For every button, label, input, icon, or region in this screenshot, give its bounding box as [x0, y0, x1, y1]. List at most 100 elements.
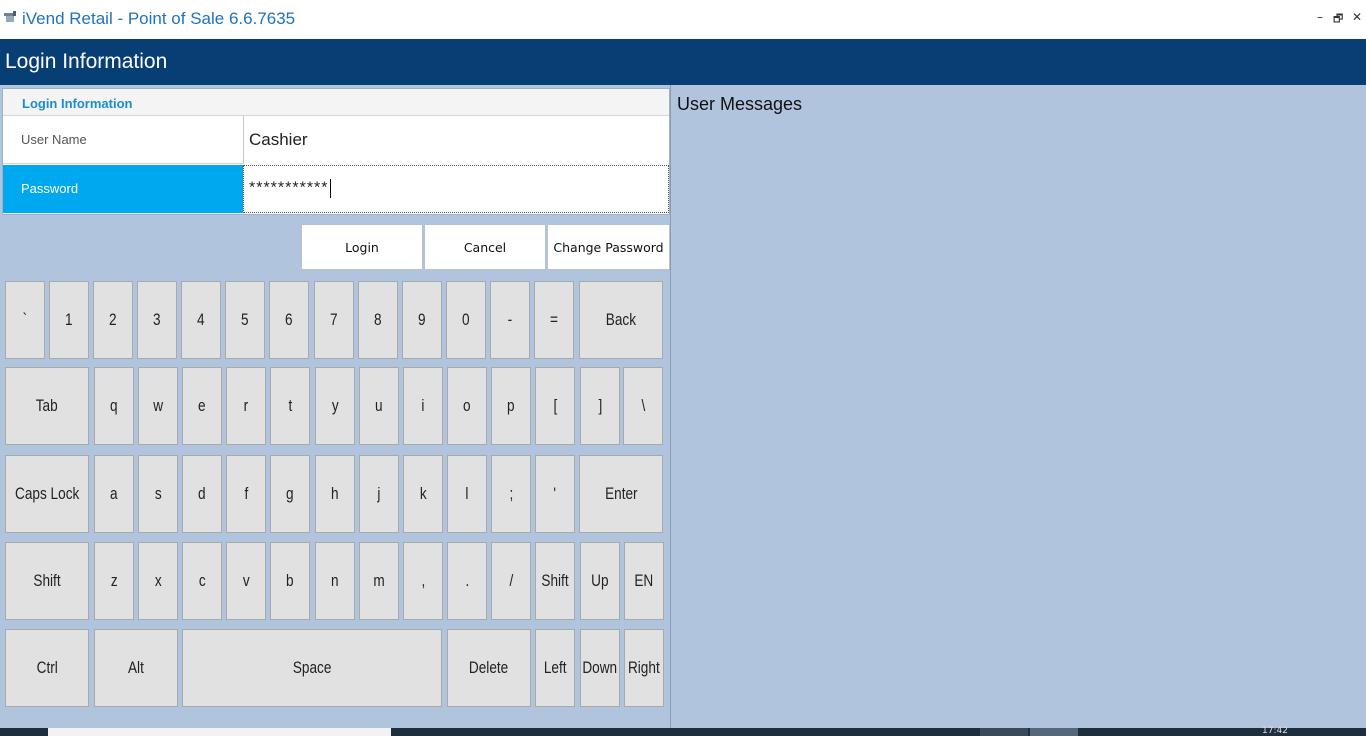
- key-m[interactable]: m: [359, 542, 399, 620]
- key-slash[interactable]: /: [491, 542, 531, 620]
- key-delete[interactable]: Delete: [447, 629, 531, 707]
- key-label: v: [242, 571, 250, 590]
- key-down[interactable]: Down: [580, 629, 620, 707]
- login-button[interactable]: Login: [301, 224, 423, 270]
- key-label: `: [22, 310, 28, 329]
- key-i[interactable]: i: [403, 367, 443, 445]
- key-o[interactable]: o: [447, 367, 487, 445]
- username-field[interactable]: Cashier: [243, 116, 669, 164]
- key-f[interactable]: f: [226, 455, 266, 533]
- key-8[interactable]: 8: [358, 281, 398, 359]
- key-5[interactable]: 5: [225, 281, 265, 359]
- key-a[interactable]: a: [94, 455, 134, 533]
- restore-button[interactable]: 🗗: [1333, 10, 1343, 29]
- key-label: Back: [605, 310, 637, 329]
- start-button[interactable]: [0, 728, 48, 736]
- key-d[interactable]: d: [182, 455, 222, 533]
- key-alt[interactable]: Alt: [94, 629, 178, 707]
- key-back[interactable]: Back: [579, 281, 663, 359]
- key-backslash[interactable]: \: [623, 367, 663, 445]
- key-equals[interactable]: =: [534, 281, 574, 359]
- key-v[interactable]: v: [226, 542, 266, 620]
- key-0[interactable]: 0: [446, 281, 486, 359]
- key-e[interactable]: e: [182, 367, 222, 445]
- key-9[interactable]: 9: [402, 281, 442, 359]
- user-messages-panel: User Messages: [672, 85, 1366, 728]
- key-label: Alt: [128, 658, 144, 677]
- change-password-button[interactable]: Change Password: [547, 224, 670, 270]
- key-label: o: [463, 396, 471, 415]
- key-tab[interactable]: Tab: [5, 367, 89, 445]
- key-b[interactable]: b: [270, 542, 310, 620]
- key-s[interactable]: s: [138, 455, 178, 533]
- key-shift[interactable]: Shift: [535, 542, 575, 620]
- key-up[interactable]: Up: [580, 542, 620, 620]
- key-right-bracket[interactable]: ]: [580, 367, 620, 445]
- key-period[interactable]: .: [447, 542, 487, 620]
- key-label: w: [153, 396, 163, 415]
- key-q[interactable]: q: [94, 367, 134, 445]
- key-4[interactable]: 4: [181, 281, 221, 359]
- key-x[interactable]: x: [138, 542, 178, 620]
- key-6[interactable]: 6: [269, 281, 309, 359]
- taskbar-app-button[interactable]: [1030, 728, 1078, 736]
- key-n[interactable]: n: [315, 542, 355, 620]
- key-label: f: [244, 484, 248, 503]
- key-label: 7: [330, 310, 338, 329]
- key-ctrl[interactable]: Ctrl: [5, 629, 89, 707]
- key-1[interactable]: 1: [49, 281, 89, 359]
- key-label: -: [507, 310, 513, 329]
- key-shift[interactable]: Shift: [5, 542, 89, 620]
- key-label: m: [373, 571, 385, 590]
- key-label: g: [286, 484, 294, 503]
- key-label: k: [419, 484, 427, 503]
- key-label: =: [550, 310, 558, 329]
- key-label: d: [198, 484, 206, 503]
- minimize-button[interactable]: –: [1317, 10, 1323, 24]
- key-left-bracket[interactable]: [: [535, 367, 575, 445]
- taskbar-search[interactable]: [48, 728, 391, 736]
- key-left[interactable]: Left: [535, 629, 575, 707]
- key-3[interactable]: 3: [137, 281, 177, 359]
- key-minus[interactable]: -: [490, 281, 530, 359]
- key-label: Enter: [604, 484, 638, 503]
- key-label: 0: [462, 310, 470, 329]
- key-c[interactable]: c: [182, 542, 222, 620]
- key-label: Down: [582, 658, 618, 677]
- key-caps-lock[interactable]: Caps Lock: [5, 455, 89, 533]
- key-right[interactable]: Right: [624, 629, 664, 707]
- key-backtick[interactable]: `: [5, 281, 45, 359]
- key-t[interactable]: t: [270, 367, 310, 445]
- close-button[interactable]: ✕: [1352, 10, 1362, 24]
- key-k[interactable]: k: [403, 455, 443, 533]
- key-y[interactable]: y: [315, 367, 355, 445]
- key-p[interactable]: p: [491, 367, 531, 445]
- key-7[interactable]: 7: [314, 281, 354, 359]
- key-enter[interactable]: Enter: [579, 455, 663, 533]
- cancel-button[interactable]: Cancel: [424, 224, 546, 270]
- key-en[interactable]: EN: [624, 542, 664, 620]
- key-label: a: [110, 484, 118, 503]
- key-r[interactable]: r: [226, 367, 266, 445]
- key-label: Delete: [469, 658, 509, 677]
- key-j[interactable]: j: [359, 455, 399, 533]
- key-2[interactable]: 2: [93, 281, 133, 359]
- key-w[interactable]: w: [138, 367, 178, 445]
- taskbar: 17:42: [0, 726, 1366, 736]
- key-l[interactable]: l: [447, 455, 487, 533]
- key-label: z: [110, 571, 118, 590]
- key-g[interactable]: g: [270, 455, 310, 533]
- key-comma[interactable]: ,: [403, 542, 443, 620]
- password-field[interactable]: ***********: [243, 165, 669, 213]
- key-apostrophe[interactable]: ': [535, 455, 575, 533]
- key-u[interactable]: u: [359, 367, 399, 445]
- key-semicolon[interactable]: ;: [491, 455, 531, 533]
- key-space[interactable]: Space: [182, 629, 442, 707]
- key-label: Space: [292, 658, 332, 677]
- key-label: Ctrl: [36, 658, 58, 677]
- key-h[interactable]: h: [315, 455, 355, 533]
- key-z[interactable]: z: [94, 542, 134, 620]
- taskbar-app-button[interactable]: [980, 728, 1028, 736]
- key-label: q: [110, 396, 118, 415]
- key-label: l: [465, 484, 469, 503]
